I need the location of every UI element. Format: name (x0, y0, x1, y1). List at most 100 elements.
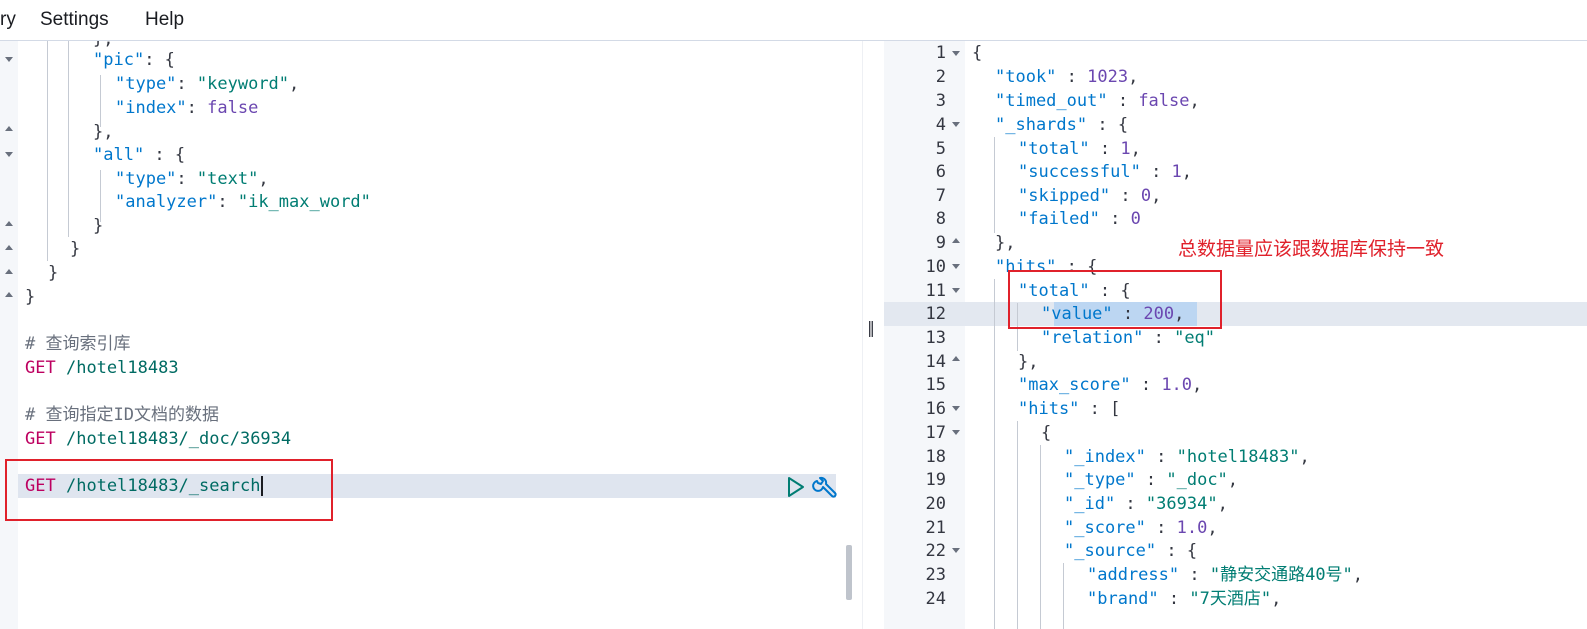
json-string: "ik_max_word" (237, 192, 371, 212)
play-icon[interactable] (788, 477, 804, 497)
json-number: 0 (1130, 209, 1141, 229)
line-number: 1 (935, 43, 946, 63)
fold-arrow-icon[interactable] (5, 245, 13, 250)
line-number: 18 (925, 447, 946, 467)
json-bool: false (207, 98, 259, 118)
line-number: 10 (925, 257, 946, 277)
indent-guide (68, 41, 69, 237)
json-line: "_score" : 1.0, (1064, 518, 1218, 538)
indent-guide (47, 41, 48, 261)
fold-arrow-icon[interactable] (5, 269, 13, 274)
fold-arrow-icon[interactable] (952, 51, 960, 56)
fold-arrow-icon[interactable] (952, 406, 960, 411)
fold-arrow-icon[interactable] (5, 292, 13, 297)
line-number: 11 (925, 281, 946, 301)
fold-arrow-icon[interactable] (952, 122, 960, 127)
json-key: "all" (93, 145, 145, 165)
json-key: "_index" (1064, 447, 1146, 467)
code-line: "pic": { (93, 48, 175, 72)
json-number: 1 (1120, 139, 1131, 159)
annotation-note: 总数据量应该跟数据库保持一致 (1178, 238, 1445, 260)
menu-bar: ry Settings Help (0, 0, 1587, 41)
json-line: }, (995, 233, 1016, 253)
highlight-box-search-request (5, 459, 333, 521)
line-number: 17 (925, 423, 946, 443)
fold-arrow-icon[interactable] (952, 264, 960, 269)
json-line: "_id" : "36934", (1064, 494, 1228, 514)
json-line: "failed" : 0 (1018, 209, 1141, 229)
json-punct: : (186, 98, 208, 118)
menu-item-history[interactable]: ry (0, 9, 16, 31)
json-line: "_type" : "_doc", (1064, 470, 1239, 490)
line-number: 2 (935, 67, 946, 87)
fold-arrow-icon[interactable] (5, 221, 13, 226)
json-key: "_type" (1064, 470, 1136, 490)
request-line-2[interactable]: GET /hotel18483/_doc/36934 (25, 427, 291, 451)
editor-scrollbar[interactable] (846, 545, 852, 600)
json-line: "skipped" : 0, (1018, 186, 1162, 206)
json-key: "_shards" (995, 115, 1088, 135)
json-string: "_doc" (1166, 470, 1228, 490)
fold-arrow-icon[interactable] (952, 430, 960, 435)
json-punct: : { (144, 145, 186, 165)
pane-resize-icon[interactable]: ‖ (867, 318, 875, 337)
line-number: 13 (925, 328, 946, 348)
line-number: 22 (925, 541, 946, 561)
json-key: "analyzer" (115, 192, 218, 212)
json-line: "address" : "静安交通路40号", (1087, 565, 1364, 585)
fold-arrow-icon[interactable] (952, 288, 960, 293)
line-number: 16 (925, 399, 946, 419)
json-line: "brand" : "7天酒店", (1087, 589, 1282, 609)
line-number: 20 (925, 494, 946, 514)
json-punct: : (176, 74, 197, 94)
fold-arrow-icon[interactable] (5, 126, 13, 131)
json-key: "_score" (1064, 518, 1146, 538)
response-viewer: 1 2 3 4 5 6 7 8 9 10 11 12 13 14 15 16 17 18 19 20 21 22 23 24 … (884, 41, 1587, 629)
code-line: } (48, 263, 59, 283)
fold-arrow-icon[interactable] (5, 57, 13, 62)
menu-item-help[interactable]: Help (145, 9, 184, 31)
request-line-1[interactable]: GET /hotel18483 (25, 356, 179, 380)
json-punct: : (217, 192, 238, 212)
json-key: "timed_out" (995, 91, 1108, 111)
comment-query-doc: # 查询指定ID文档的数据 (25, 405, 219, 425)
menu-item-settings[interactable]: Settings (40, 9, 109, 31)
fold-arrow-icon[interactable] (952, 548, 960, 553)
json-number: 1 (1171, 162, 1182, 182)
code-line: } (70, 239, 81, 259)
code-line: } (25, 287, 36, 307)
json-line: "relation" : "eq" (1041, 328, 1216, 348)
request-url: /hotel18483/_doc/36934 (65, 429, 292, 449)
line-number: 24 (925, 589, 946, 609)
json-key: "pic" (93, 50, 145, 70)
json-string: "text" (196, 169, 259, 189)
line-number: 19 (925, 470, 946, 490)
fold-arrow-icon[interactable] (952, 238, 960, 243)
json-key: "type" (115, 169, 177, 189)
indent-guide (1040, 445, 1041, 629)
json-key: "took" (995, 67, 1057, 87)
json-punct: : { (144, 50, 175, 70)
fold-arrow-icon[interactable] (952, 356, 960, 361)
json-line: }, (1018, 352, 1039, 372)
line-number: 21 (925, 518, 946, 538)
request-url: /hotel18483 (65, 358, 179, 378)
code-line: }, (93, 122, 114, 142)
line-number: 9 (935, 233, 946, 253)
json-key: "_id" (1064, 494, 1116, 514)
json-key: "successful" (1018, 162, 1141, 182)
highlight-box-total (1008, 270, 1222, 329)
json-key: "_source" (1064, 541, 1157, 561)
line-number: 12 (925, 304, 946, 324)
json-number: 0 (1140, 186, 1152, 206)
json-key: "max_score" (1018, 375, 1131, 395)
json-key: "address" (1087, 565, 1180, 585)
json-string: "eq" (1174, 328, 1216, 348)
json-line: { (972, 43, 983, 63)
wrench-icon[interactable] (812, 476, 837, 498)
request-editor[interactable]: }, "pic": { "type": "keyword", "index": … (0, 41, 862, 629)
code-line: "type": "keyword", (115, 72, 299, 96)
json-key: "total" (1018, 139, 1090, 159)
fold-arrow-icon[interactable] (5, 152, 13, 157)
json-punct: , (289, 74, 300, 94)
